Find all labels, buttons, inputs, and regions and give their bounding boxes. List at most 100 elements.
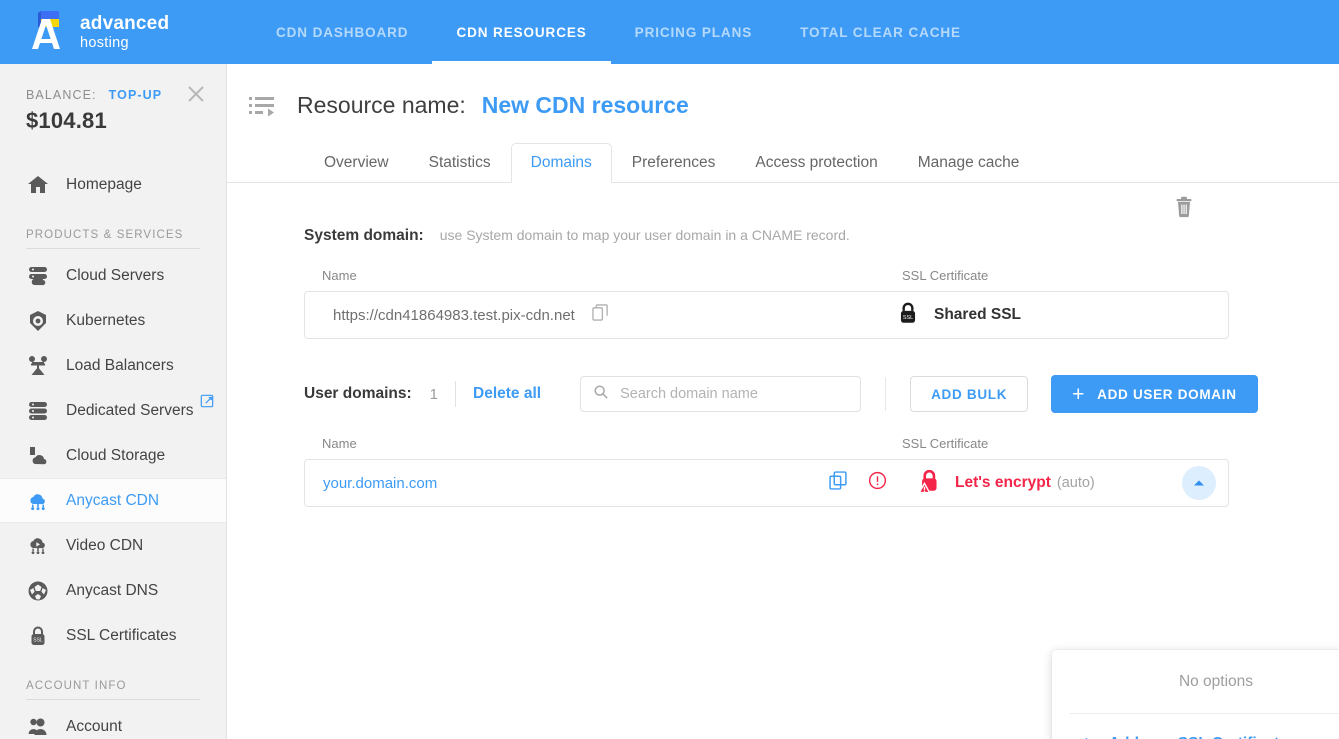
sidebar-group-products: PRODUCTS & SERVICES (26, 229, 184, 241)
sidebar-item-ssl-certificates[interactable]: SSL SSL Certificates (0, 613, 226, 658)
topnav-cdn-resources[interactable]: CDN RESOURCES (432, 0, 611, 64)
sidebar-item-dedicated-servers-label: Dedicated Servers (66, 401, 194, 419)
column-header-name: Name (322, 268, 357, 283)
sidebar-item-video-cdn-label: Video CDN (66, 536, 144, 554)
sidebar-item-account[interactable]: Account (0, 704, 226, 739)
collapse-sidebar-icon[interactable] (249, 95, 275, 117)
sidebar-item-cloud-servers[interactable]: Cloud Servers (0, 253, 226, 298)
chevron-up-icon (1193, 474, 1205, 492)
top-navigation: CDN DASHBOARD CDN RESOURCES PRICING PLAN… (252, 0, 985, 64)
tab-access-protection[interactable]: Access protection (735, 143, 897, 184)
user-domains-column-headers: Name SSL Certificate (304, 436, 1229, 451)
load-balancers-icon (26, 354, 56, 378)
brand-line-1: advanced (80, 12, 170, 34)
sidebar-item-anycast-cdn[interactable]: Anycast CDN (0, 478, 226, 523)
sidebar-item-cloud-storage-label: Cloud Storage (66, 446, 166, 464)
system-domain-ssl-label: Shared SSL (934, 306, 1021, 323)
topnav-cdn-dashboard[interactable]: CDN DASHBOARD (252, 0, 432, 64)
user-domain-row-icons (829, 471, 887, 495)
main-content: Resource name: New CDN resource Overview… (227, 64, 1339, 739)
error-info-icon[interactable] (868, 471, 887, 495)
video-cdn-icon (26, 534, 56, 558)
system-domain-url: https://cdn41864983.test.pix-cdn.net (333, 306, 575, 324)
resource-name-value[interactable]: New CDN resource (482, 92, 689, 119)
balance-row: BALANCE: TOP-UP (0, 64, 226, 102)
sidebar-item-ssl-certificates-label: SSL Certificates (66, 626, 177, 644)
sidebar-item-homepage[interactable]: Homepage (0, 162, 226, 207)
kubernetes-icon (26, 309, 56, 333)
topnav-total-clear-cache[interactable]: TOTAL CLEAR CACHE (776, 0, 985, 64)
search-domain-box[interactable] (580, 376, 862, 412)
plus-icon: + (1072, 382, 1086, 406)
ssl-certificate-dropdown: No options + Add new SSL Certificate (1052, 650, 1339, 739)
plus-icon: + (1080, 733, 1093, 739)
delete-domain-button[interactable] (1172, 195, 1196, 219)
tab-domains[interactable]: Domains (510, 142, 612, 183)
external-link-icon[interactable] (200, 394, 214, 408)
resource-tabs: Overview Statistics Domains Preferences … (227, 142, 1339, 183)
top-up-link[interactable]: TOP-UP (109, 88, 163, 102)
column-header-name: Name (322, 436, 357, 451)
search-input[interactable] (618, 385, 849, 403)
brand-logo[interactable]: advanced hosting (0, 0, 227, 64)
add-new-ssl-certificate-label: Add new SSL Certificate (1109, 735, 1288, 739)
shared-ssl-lock-icon: SSL (895, 300, 921, 331)
cloud-storage-icon (26, 444, 56, 468)
user-domain-name[interactable]: your.domain.com (323, 475, 437, 492)
sidebar-item-anycast-cdn-label: Anycast CDN (66, 491, 160, 509)
user-domains-count: 1 (429, 385, 439, 403)
lets-encrypt-auto-suffix: (auto) (1056, 475, 1095, 491)
sidebar-item-cloud-servers-label: Cloud Servers (66, 266, 165, 284)
user-domains-toolbar: User domains: 1 Delete all ADD BULK + (304, 375, 1339, 413)
tab-preferences[interactable]: Preferences (612, 143, 736, 184)
sidebar-item-kubernetes-label: Kubernetes (66, 311, 146, 329)
anycast-cdn-icon (26, 489, 56, 513)
sidebar-item-cloud-storage[interactable]: Cloud Storage (0, 433, 226, 478)
column-header-ssl: SSL Certificate (902, 268, 989, 283)
add-user-domain-label: ADD USER DOMAIN (1097, 386, 1237, 402)
add-bulk-button[interactable]: ADD BULK (910, 376, 1029, 412)
app-root: advanced hosting CDN DASHBOARD CDN RESOU… (0, 0, 1339, 739)
user-domains-label: User domains: (304, 385, 412, 402)
domains-panel: System domain: use System domain to map … (227, 183, 1339, 739)
balance-label: BALANCE: (26, 88, 97, 102)
tab-statistics[interactable]: Statistics (409, 143, 511, 184)
tab-overview[interactable]: Overview (304, 143, 409, 184)
ssl-dropdown-toggle[interactable] (1182, 466, 1216, 500)
add-new-ssl-certificate-button[interactable]: + Add new SSL Certificate (1052, 714, 1339, 739)
topnav-pricing-plans[interactable]: PRICING PLANS (611, 0, 776, 64)
sidebar-item-kubernetes[interactable]: Kubernetes (0, 298, 226, 343)
system-domain-label: System domain: (304, 227, 424, 244)
system-domain-ssl-cell: SSL Shared SSL (895, 300, 1021, 331)
dropdown-no-options: No options (1178, 673, 1254, 690)
sidebar-item-dedicated-servers[interactable]: Dedicated Servers (0, 388, 226, 433)
system-domain-column-headers: Name SSL Certificate (304, 268, 1229, 283)
close-icon[interactable] (182, 80, 210, 108)
toolbar-divider-2 (885, 377, 887, 411)
system-domain-row: https://cdn41864983.test.pix-cdn.net SSL (304, 291, 1229, 339)
svg-text:SSL: SSL (33, 637, 43, 643)
sidebar-item-homepage-label: Homepage (66, 175, 142, 193)
toolbar-divider-1 (455, 381, 457, 407)
sidebar-item-account-label: Account (66, 717, 123, 735)
sidebar-divider-products (26, 248, 200, 249)
user-domain-ssl-cell: Let's encrypt (auto) (915, 467, 1095, 500)
lets-encrypt-warning-lock-icon (915, 467, 943, 500)
svg-text:SSL: SSL (903, 315, 913, 321)
sidebar-item-video-cdn[interactable]: Video CDN (0, 523, 226, 568)
lets-encrypt-label: Let's encrypt (955, 474, 1051, 491)
system-domain-hint: use System domain to map your user domai… (439, 227, 850, 243)
add-user-domain-button[interactable]: + ADD USER DOMAIN (1051, 375, 1258, 413)
copy-icon[interactable] (829, 471, 848, 495)
delete-all-link[interactable]: Delete all (473, 385, 541, 403)
sidebar-item-anycast-dns[interactable]: Anycast DNS (0, 568, 226, 613)
sidebar: BALANCE: TOP-UP $104.81 Homepage PRODUCT… (0, 64, 227, 739)
copy-icon[interactable] (592, 304, 609, 326)
sidebar-item-anycast-dns-label: Anycast DNS (66, 581, 159, 599)
tab-manage-cache[interactable]: Manage cache (898, 143, 1040, 184)
column-header-ssl: SSL Certificate (902, 436, 989, 451)
cloud-servers-icon (26, 264, 56, 288)
brand-text: advanced hosting (80, 14, 169, 51)
sidebar-item-load-balancers[interactable]: Load Balancers (0, 343, 226, 388)
system-domain-heading: System domain: use System domain to map … (304, 227, 1339, 245)
